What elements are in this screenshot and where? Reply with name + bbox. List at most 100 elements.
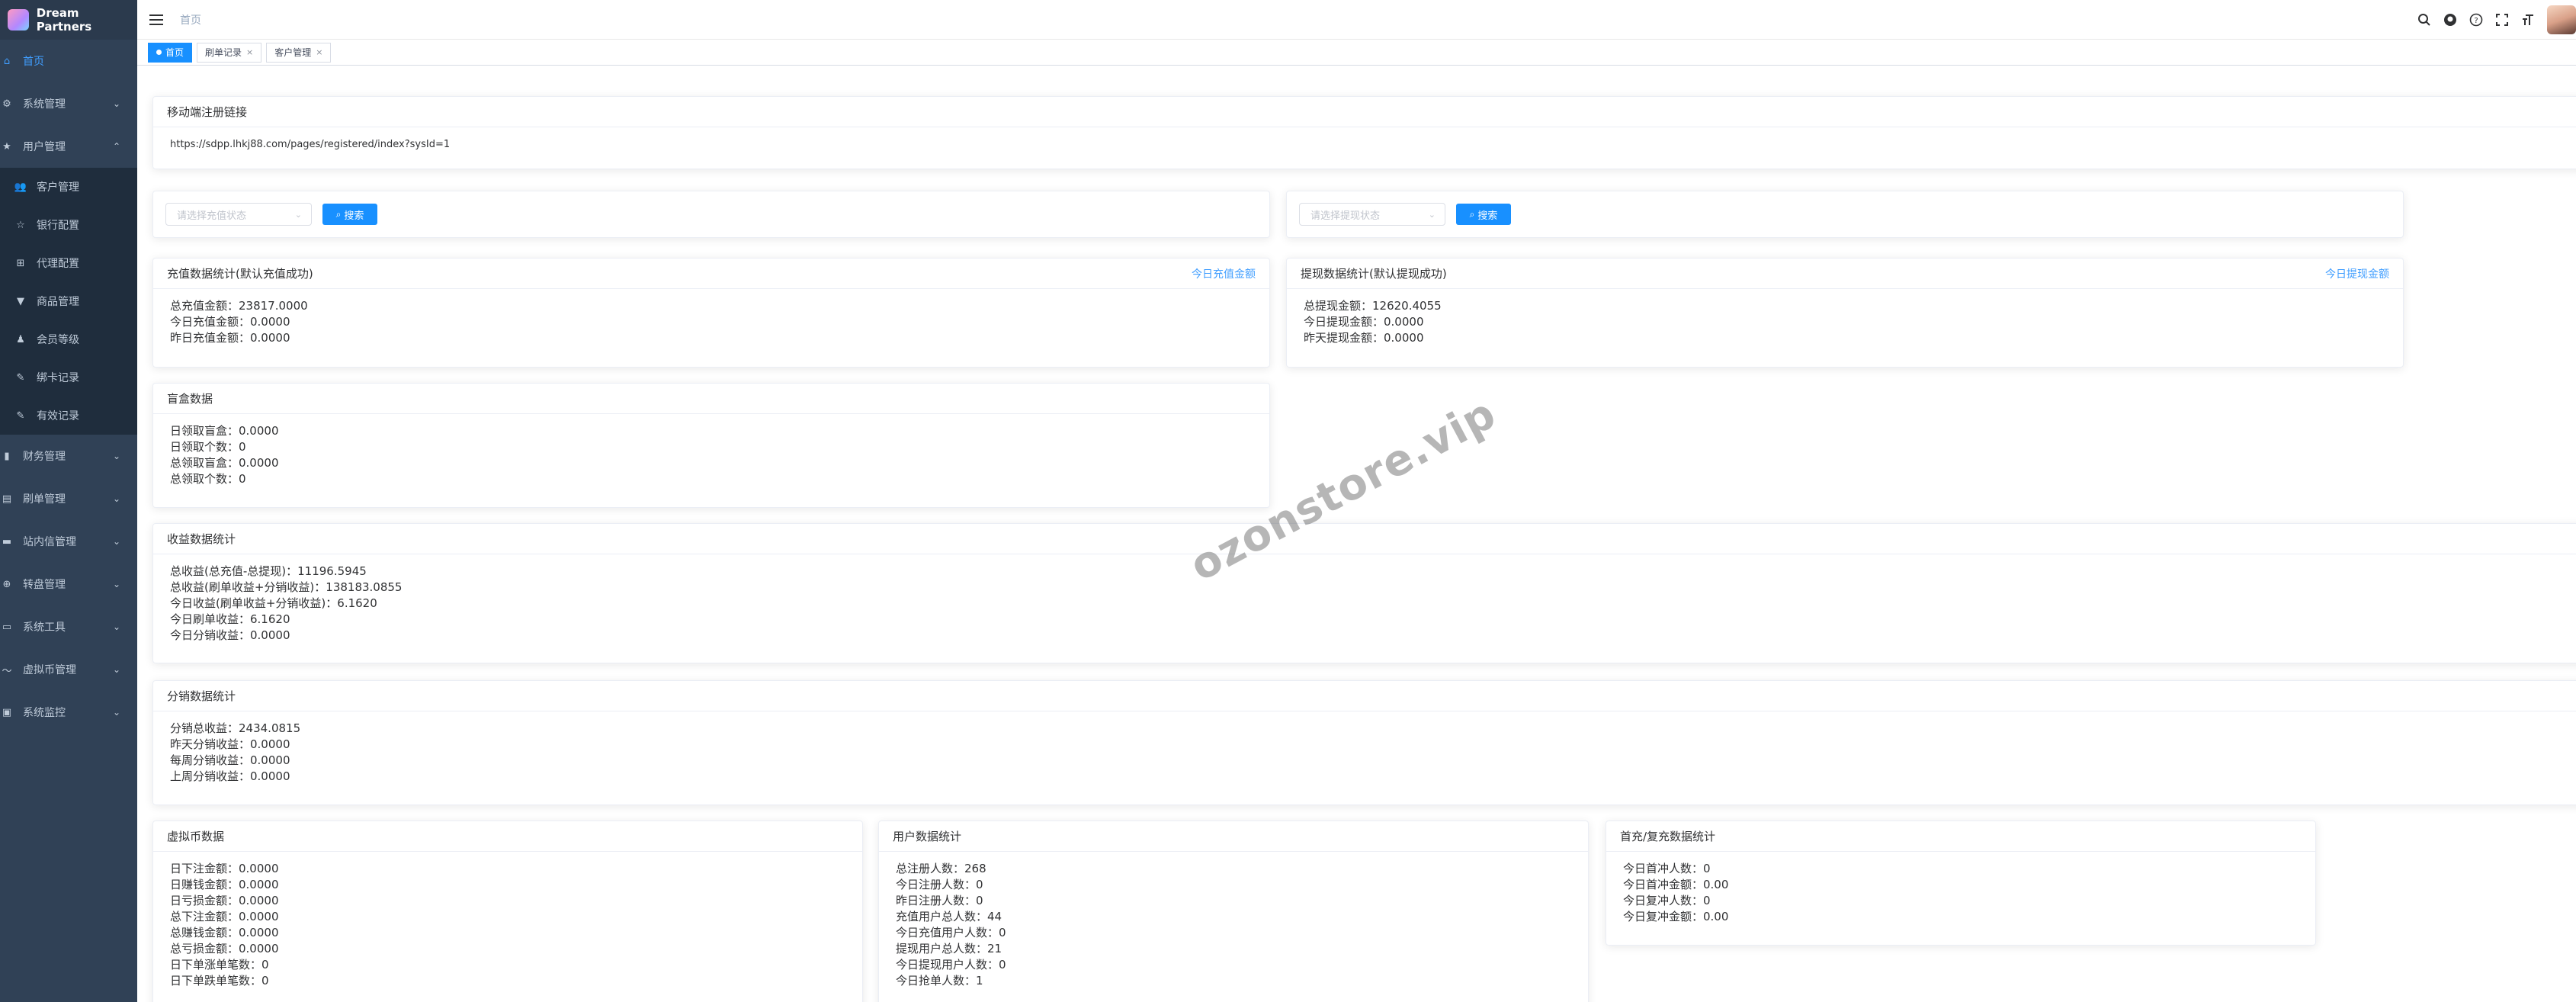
recharge-search-button[interactable]: ⌕ 搜索: [322, 204, 377, 225]
avatar[interactable]: [2547, 5, 2576, 34]
card-header: 虚拟币数据: [153, 821, 862, 852]
card-title: 收益数据统计: [167, 532, 236, 546]
sidebar-subitem-bank[interactable]: ☆ 银行配置: [0, 206, 137, 244]
edit-icon: ✎: [16, 409, 25, 422]
mail-icon: ▬: [2, 535, 12, 548]
stat-line: 日赚钱金额：0.0000: [170, 878, 279, 891]
sidebar-subitem-valid-records[interactable]: ✎ 有效记录: [0, 397, 137, 435]
stat-line: 提现用户总人数：21: [896, 942, 1002, 955]
tags-view: 首页 刷单记录 × 客户管理 ×: [137, 40, 2576, 66]
chevron-down-icon: ⌄: [112, 451, 120, 461]
main-content: 移动端注册链接 https://sdpp.lhkj88.com/pages/re…: [137, 66, 2576, 1002]
sidebar-subitem-customers[interactable]: 👥 客户管理: [0, 168, 137, 206]
stat-line: 昨日注册人数：0: [896, 894, 983, 907]
sidebar-item-label: 系统管理: [23, 98, 66, 111]
star-outline-icon: ☆: [16, 219, 25, 231]
card-body: 日下注金额：0.0000 日赚钱金额：0.0000 日亏损金额：0.0000 总…: [153, 852, 862, 998]
sidebar: Dream Partners ⌂ 首页 ⚙ 系统管理 ⌄ ★ 用户管理 ⌃ 👥 …: [0, 0, 137, 1002]
sidebar-subitem-goods[interactable]: ▼ 商品管理: [0, 282, 137, 320]
recharge-filter-card: 请选择充值状态 ⌄ ⌕ 搜索: [152, 191, 1270, 238]
tag-home[interactable]: 首页: [148, 42, 193, 63]
recharge-stats-card: 充值数据统计(默认充值成功) 今日充值金额 总充值金额：23817.0000 今…: [152, 258, 1270, 368]
level-icon: ♟: [16, 333, 25, 345]
gear-icon: ⚙: [2, 98, 11, 110]
withdraw-status-select[interactable]: 请选择提现状态 ⌄: [1299, 203, 1445, 226]
close-icon[interactable]: ×: [316, 43, 322, 62]
stat-line: 今日分销收益：0.0000: [170, 628, 290, 642]
stat-line: 总提现金额：12620.4055: [1304, 299, 1442, 313]
chevron-down-icon: ⌄: [112, 579, 120, 589]
sidebar-item-finance[interactable]: ▮ 财务管理 ⌄: [0, 435, 137, 477]
stat-line: 今日充值用户人数：0: [896, 926, 1006, 939]
close-icon[interactable]: ×: [246, 43, 253, 62]
sidebar-item-monitor[interactable]: ▣ 系统监控 ⌄: [0, 691, 137, 734]
withdraw-search-button[interactable]: ⌕ 搜索: [1456, 204, 1511, 225]
github-icon[interactable]: [2442, 11, 2459, 28]
chevron-down-icon: ⌄: [112, 707, 120, 718]
sidebar-item-label: 站内信管理: [23, 536, 76, 548]
tag-order-records[interactable]: 刷单记录 ×: [197, 42, 262, 63]
sidebar-item-wheel[interactable]: ⊕ 转盘管理 ⌄: [0, 563, 137, 605]
fullscreen-icon[interactable]: [2494, 11, 2510, 28]
chevron-down-icon: ⌄: [1428, 209, 1436, 220]
stat-line: 今日刷单收益：6.1620: [170, 612, 290, 626]
blindbox-stats-card: 盲盒数据 日领取盲盒：0.0000 日领取个数：0 总领取盲盒：0.0000 总…: [152, 383, 1270, 508]
stat-line: 日下单涨单笔数：0: [170, 958, 269, 971]
chevron-down-icon: ⌄: [112, 664, 120, 675]
card-header: 提现数据统计(默认提现成功) 今日提现金额: [1287, 259, 2403, 289]
search-icon: ⌕: [1469, 208, 1475, 220]
register-url[interactable]: https://sdpp.lhkj88.com/pages/registered…: [170, 136, 2574, 153]
sidebar-item-home[interactable]: ⌂ 首页: [0, 40, 137, 82]
stat-line: 总赚钱金额：0.0000: [170, 926, 279, 939]
card-header: 移动端注册链接: [153, 97, 2576, 127]
sidebar-subitem-card-records[interactable]: ✎ 绑卡记录: [0, 358, 137, 397]
card-header: 充值数据统计(默认充值成功) 今日充值金额: [153, 259, 1269, 289]
tree-icon: ⊞: [16, 257, 25, 269]
sidebar-item-system[interactable]: ⚙ 系统管理 ⌄: [0, 82, 137, 125]
card-title: 用户数据统计: [893, 830, 962, 843]
today-recharge-link[interactable]: 今日充值金额: [1192, 266, 1256, 281]
sidebar-subitem-level[interactable]: ♟ 会员等级: [0, 320, 137, 358]
stat-line: 总收益(总充值-总提现)：11196.5945: [170, 564, 367, 578]
tag-label: 首页: [165, 47, 184, 58]
card-body: 总收益(总充值-总提现)：11196.5945 总收益(刷单收益+分销收益)：1…: [153, 554, 2576, 653]
sidebar-item-users[interactable]: ★ 用户管理 ⌃: [0, 125, 137, 168]
app-name: Dream Partners: [36, 6, 92, 34]
hamburger-icon[interactable]: [149, 14, 163, 25]
bar-chart-icon: ▮: [4, 450, 10, 462]
card-body: 总提现金额：12620.4055 今日提现金额：0.0000 昨天提现金额：0.…: [1287, 289, 2403, 355]
stat-line: 充值用户总人数：44: [896, 910, 1002, 923]
tag-label: 刷单记录: [205, 47, 242, 58]
card-title: 移动端注册链接: [167, 105, 248, 119]
sidebar-subitem-agent[interactable]: ⊞ 代理配置: [0, 244, 137, 282]
recharge-status-select[interactable]: 请选择充值状态 ⌄: [165, 203, 312, 226]
user-stats-card: 用户数据统计 总注册人数：268 今日注册人数：0 昨日注册人数：0 充值用户总…: [878, 821, 1589, 1002]
card-body: 日领取盲盒：0.0000 日领取个数：0 总领取盲盒：0.0000 总领取个数：…: [153, 414, 1269, 496]
register-link-card: 移动端注册链接 https://sdpp.lhkj88.com/pages/re…: [152, 96, 2576, 169]
income-stats-card: 收益数据统计 总收益(总充值-总提现)：11196.5945 总收益(刷单收益+…: [152, 523, 2576, 663]
stat-line: 总注册人数：268: [896, 862, 986, 875]
question-icon[interactable]: ?: [2468, 11, 2485, 28]
card-title: 盲盒数据: [167, 392, 213, 406]
stat-line: 总收益(刷单收益+分销收益)：138183.0855: [170, 580, 403, 594]
sidebar-item-label: 系统监控: [23, 707, 66, 719]
sidebar-item-messages[interactable]: ▬ 站内信管理 ⌄: [0, 520, 137, 563]
breadcrumb[interactable]: 首页: [180, 12, 201, 27]
stat-line: 今日复冲人数：0: [1623, 894, 1711, 907]
sidebar-item-orders[interactable]: ▤ 刷单管理 ⌄: [0, 477, 137, 520]
search-icon[interactable]: [2416, 11, 2433, 28]
sidebar-item-label: 银行配置: [37, 220, 79, 232]
card-title: 首充/复充数据统计: [1620, 830, 1716, 843]
svg-text:?: ?: [2474, 17, 2478, 25]
stat-line: 今日首冲人数：0: [1623, 862, 1711, 875]
font-size-icon[interactable]: [2520, 11, 2536, 28]
tag-customer-management[interactable]: 客户管理 ×: [266, 42, 332, 63]
logo[interactable]: Dream Partners: [0, 0, 137, 40]
star-icon: ★: [2, 140, 11, 153]
card-body: 分销总收益：2434.0815 昨天分销收益：0.0000 每周分销收益：0.0…: [153, 711, 2576, 794]
select-placeholder: 请选择提现状态: [1310, 210, 1381, 222]
today-withdraw-link[interactable]: 今日提现金额: [2325, 266, 2389, 281]
stat-line: 今日提现金额：0.0000: [1304, 315, 1424, 329]
sidebar-item-tools[interactable]: ▭ 系统工具 ⌄: [0, 605, 137, 648]
sidebar-item-crypto[interactable]: 〜 虚拟币管理 ⌄: [0, 648, 137, 691]
